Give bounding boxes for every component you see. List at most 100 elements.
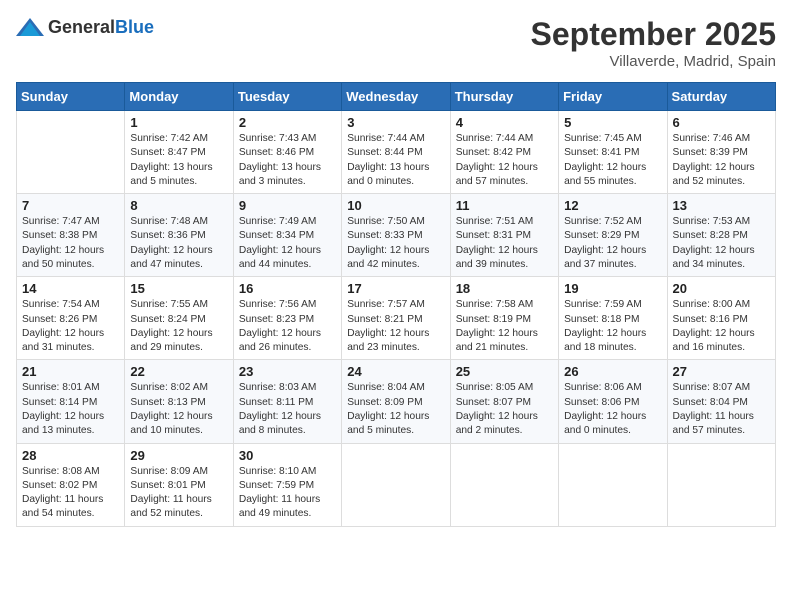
day-number: 24: [347, 364, 444, 379]
day-info: Sunrise: 8:02 AM Sunset: 8:13 PM Dayligh…: [130, 381, 227, 438]
day-info: Sunrise: 7:47 AM Sunset: 8:38 PM Dayligh…: [22, 215, 119, 272]
day-info: Sunrise: 7:59 AM Sunset: 8:18 PM Dayligh…: [564, 298, 661, 355]
day-info: Sunrise: 8:10 AM Sunset: 7:59 PM Dayligh…: [239, 465, 336, 522]
weekday-header-sunday: Sunday: [17, 83, 125, 111]
calendar-week-row: 21 Sunrise: 8:01 AM Sunset: 8:14 PM Dayli…: [17, 360, 776, 443]
calendar-cell: 25Sunrise: 8:05 AM Sunset: 8:07 PM Dayli…: [450, 360, 558, 443]
logo-text: GeneralBlue: [48, 17, 154, 38]
day-number: 11: [456, 198, 553, 213]
calendar-week-row: 1 Sunrise: 7:42 AM Sunset: 8:47 PM Daylig…: [17, 111, 776, 194]
calendar-cell: 11 Sunrise: 7:51 AM Sunset: 8:31 PM Dayli…: [450, 194, 558, 277]
weekday-header-row: SundayMondayTuesdayWednesdayThursdayFrid…: [17, 83, 776, 111]
day-number: 21: [22, 364, 119, 379]
day-number: 15: [130, 281, 227, 296]
calendar-cell: 8Sunrise: 7:48 AM Sunset: 8:36 PM Daylig…: [125, 194, 233, 277]
day-number: 5: [564, 115, 661, 130]
calendar-cell: 6Sunrise: 7:46 AM Sunset: 8:39 PM Daylig…: [667, 111, 775, 194]
day-info: Sunrise: 8:04 AM Sunset: 8:09 PM Dayligh…: [347, 381, 444, 438]
day-info: Sunrise: 7:43 AM Sunset: 8:46 PM Dayligh…: [239, 132, 336, 189]
day-number: 23: [239, 364, 336, 379]
day-info: Sunrise: 7:58 AM Sunset: 8:19 PM Dayligh…: [456, 298, 553, 355]
day-number: 13: [673, 198, 770, 213]
day-info: Sunrise: 7:42 AM Sunset: 8:47 PM Dayligh…: [130, 132, 227, 189]
day-number: 1: [130, 115, 227, 130]
day-number: 17: [347, 281, 444, 296]
weekday-header-saturday: Saturday: [667, 83, 775, 111]
calendar-cell: [559, 443, 667, 526]
calendar-cell: 28 Sunrise: 8:08 AM Sunset: 8:02 PM Dayli…: [17, 443, 125, 526]
day-info: Sunrise: 7:51 AM Sunset: 8:31 PM Dayligh…: [456, 215, 553, 272]
calendar-cell: 21 Sunrise: 8:01 AM Sunset: 8:14 PM Dayli…: [17, 360, 125, 443]
day-number: 2: [239, 115, 336, 130]
day-info: Sunrise: 7:52 AM Sunset: 8:29 PM Dayligh…: [564, 215, 661, 272]
calendar-cell: [450, 443, 558, 526]
day-number: 27: [673, 364, 770, 379]
day-info: Sunrise: 7:49 AM Sunset: 8:34 PM Dayligh…: [239, 215, 336, 272]
day-info: Sunrise: 8:03 AM Sunset: 8:11 PM Dayligh…: [239, 381, 336, 438]
logo-icon: [16, 16, 44, 38]
day-info: Sunrise: 7:57 AM Sunset: 8:21 PM Dayligh…: [347, 298, 444, 355]
weekday-header-tuesday: Tuesday: [233, 83, 341, 111]
day-number: 3: [347, 115, 444, 130]
day-number: 25: [456, 364, 553, 379]
day-number: 16: [239, 281, 336, 296]
day-info: Sunrise: 8:09 AM Sunset: 8:01 PM Dayligh…: [130, 465, 227, 522]
calendar-cell: 23 Sunrise: 8:03 AM Sunset: 8:11 PM Dayli…: [233, 360, 341, 443]
weekday-header-monday: Monday: [125, 83, 233, 111]
calendar-cell: 22 Sunrise: 8:02 AM Sunset: 8:13 PM Dayli…: [125, 360, 233, 443]
day-number: 12: [564, 198, 661, 213]
calendar-cell: 15 Sunrise: 7:55 AM Sunset: 8:24 PM Dayli…: [125, 277, 233, 360]
day-number: 14: [22, 281, 119, 296]
logo-blue: Blue: [115, 17, 154, 37]
logo-general: General: [48, 17, 115, 37]
day-info: Sunrise: 7:50 AM Sunset: 8:33 PM Dayligh…: [347, 215, 444, 272]
day-info: Sunrise: 8:06 AM Sunset: 8:06 PM Dayligh…: [564, 381, 661, 438]
calendar-cell: 29 Sunrise: 8:09 AM Sunset: 8:01 PM Dayli…: [125, 443, 233, 526]
calendar-week-row: 14 Sunrise: 7:54 AM Sunset: 8:26 PM Dayli…: [17, 277, 776, 360]
weekday-header-friday: Friday: [559, 83, 667, 111]
location: Villaverde, Madrid, Spain: [531, 53, 776, 70]
day-number: 8: [130, 198, 227, 213]
calendar-cell: 16 Sunrise: 7:56 AM Sunset: 8:23 PM Dayli…: [233, 277, 341, 360]
day-number: 9: [239, 198, 336, 213]
calendar-cell: 9 Sunrise: 7:49 AM Sunset: 8:34 PM Daylig…: [233, 194, 341, 277]
day-info: Sunrise: 7:55 AM Sunset: 8:24 PM Dayligh…: [130, 298, 227, 355]
day-number: 22: [130, 364, 227, 379]
day-number: 10: [347, 198, 444, 213]
day-info: Sunrise: 8:00 AM Sunset: 8:16 PM Dayligh…: [673, 298, 770, 355]
weekday-header-thursday: Thursday: [450, 83, 558, 111]
calendar-cell: 4Sunrise: 7:44 AM Sunset: 8:42 PM Daylig…: [450, 111, 558, 194]
calendar-cell: 30 Sunrise: 8:10 AM Sunset: 7:59 PM Dayli…: [233, 443, 341, 526]
day-info: Sunrise: 8:08 AM Sunset: 8:02 PM Dayligh…: [22, 465, 119, 522]
day-info: Sunrise: 7:46 AM Sunset: 8:39 PM Dayligh…: [673, 132, 770, 189]
calendar-cell: 13 Sunrise: 7:53 AM Sunset: 8:28 PM Dayli…: [667, 194, 775, 277]
calendar-cell: 10 Sunrise: 7:50 AM Sunset: 8:33 PM Dayli…: [342, 194, 450, 277]
day-number: 26: [564, 364, 661, 379]
calendar-week-row: 28 Sunrise: 8:08 AM Sunset: 8:02 PM Dayli…: [17, 443, 776, 526]
calendar-cell: 7Sunrise: 7:47 AM Sunset: 8:38 PM Daylig…: [17, 194, 125, 277]
calendar-cell: 26 Sunrise: 8:06 AM Sunset: 8:06 PM Dayli…: [559, 360, 667, 443]
calendar-cell: 27 Sunrise: 8:07 AM Sunset: 8:04 PM Dayli…: [667, 360, 775, 443]
day-info: Sunrise: 7:56 AM Sunset: 8:23 PM Dayligh…: [239, 298, 336, 355]
day-info: Sunrise: 8:07 AM Sunset: 8:04 PM Dayligh…: [673, 381, 770, 438]
calendar-table: SundayMondayTuesdayWednesdayThursdayFrid…: [16, 82, 776, 527]
calendar-cell: 1 Sunrise: 7:42 AM Sunset: 8:47 PM Daylig…: [125, 111, 233, 194]
day-info: Sunrise: 8:01 AM Sunset: 8:14 PM Dayligh…: [22, 381, 119, 438]
day-number: 30: [239, 448, 336, 463]
calendar-cell: 17 Sunrise: 7:57 AM Sunset: 8:21 PM Dayli…: [342, 277, 450, 360]
calendar-cell: [667, 443, 775, 526]
calendar-cell: [17, 111, 125, 194]
calendar-cell: 18 Sunrise: 7:58 AM Sunset: 8:19 PM Dayli…: [450, 277, 558, 360]
day-number: 29: [130, 448, 227, 463]
month-title: September 2025: [531, 16, 776, 53]
calendar-cell: 19Sunrise: 7:59 AM Sunset: 8:18 PM Dayli…: [559, 277, 667, 360]
day-number: 28: [22, 448, 119, 463]
logo: GeneralBlue: [16, 16, 154, 38]
calendar-week-row: 7Sunrise: 7:47 AM Sunset: 8:38 PM Daylig…: [17, 194, 776, 277]
day-number: 18: [456, 281, 553, 296]
day-info: Sunrise: 7:53 AM Sunset: 8:28 PM Dayligh…: [673, 215, 770, 272]
day-info: Sunrise: 7:54 AM Sunset: 8:26 PM Dayligh…: [22, 298, 119, 355]
calendar-cell: [342, 443, 450, 526]
day-info: Sunrise: 7:44 AM Sunset: 8:44 PM Dayligh…: [347, 132, 444, 189]
day-info: Sunrise: 7:44 AM Sunset: 8:42 PM Dayligh…: [456, 132, 553, 189]
